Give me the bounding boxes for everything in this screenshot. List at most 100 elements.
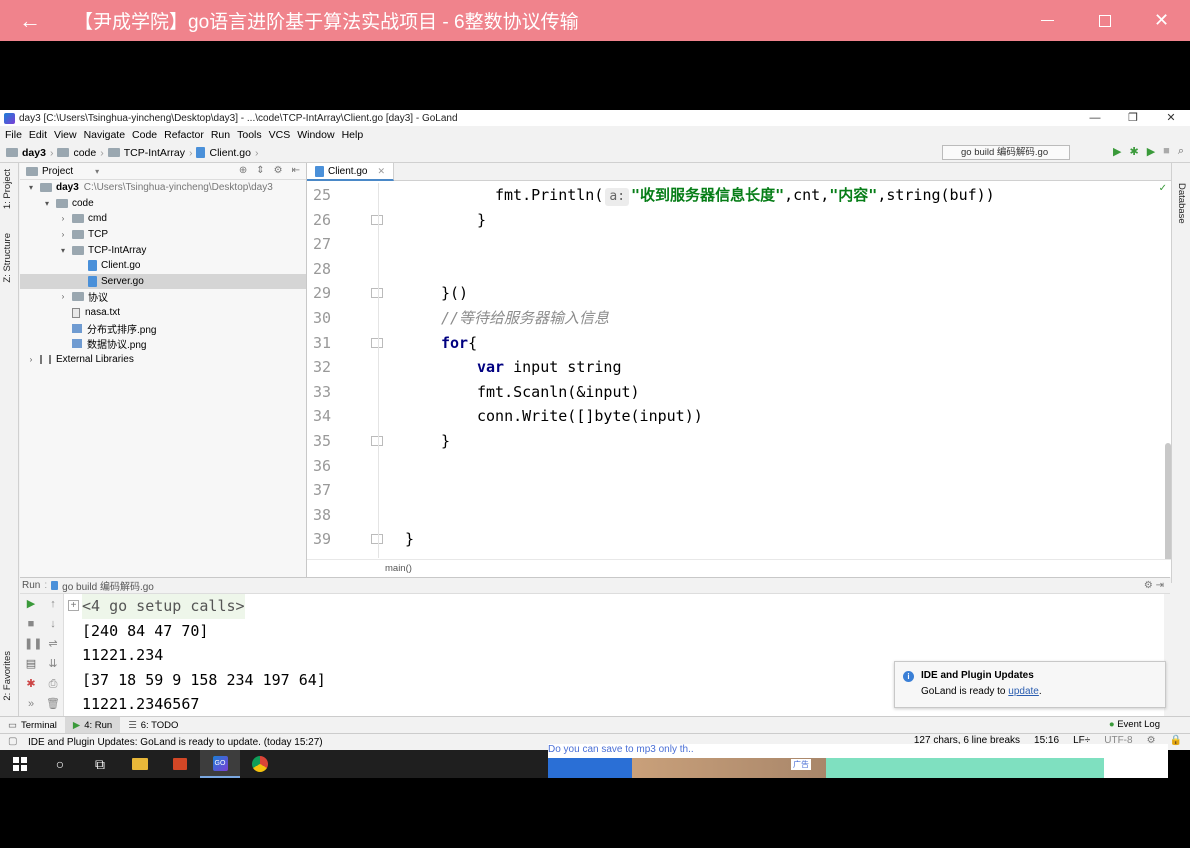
wrap-icon[interactable]: ⇌	[46, 638, 60, 650]
trash-icon[interactable]: 🗑	[46, 698, 60, 710]
tree-item[interactable]: › External Libraries	[20, 352, 306, 368]
ad-image-2[interactable]	[826, 758, 1104, 778]
tree-item[interactable]: › TCP	[20, 227, 306, 243]
tree-item[interactable]: ▾ TCP-IntArray	[20, 242, 306, 258]
menu-tools[interactable]: Tools	[237, 129, 262, 141]
chevron-down-icon[interactable]: ▾	[95, 167, 99, 176]
stop-icon[interactable]: ■	[24, 618, 38, 630]
run-config-tab[interactable]: go build 编码解码.go	[62, 578, 154, 593]
rerun-icon[interactable]: ▶	[24, 598, 38, 610]
close-icon[interactable]: ✕	[1133, 0, 1190, 41]
pin-icon[interactable]: ✱	[24, 678, 38, 690]
code-line[interactable]: 39}	[307, 527, 1171, 552]
debug-icon[interactable]: ✱	[1129, 145, 1138, 158]
code-line[interactable]: 29}()	[307, 281, 1171, 306]
update-link[interactable]: update	[1008, 686, 1039, 697]
tree-item[interactable]: ▾ day3 C:\Users\Tsinghua-yincheng\Desktop\…	[20, 180, 306, 196]
console-folded-calls[interactable]: <4 go setup calls>	[82, 594, 245, 619]
tree-item[interactable]: 分布式排序.png	[20, 320, 306, 336]
chevron-icon[interactable]: ›	[58, 214, 68, 223]
close-tab-icon[interactable]: ✕	[377, 166, 385, 177]
code-line[interactable]: 36	[307, 454, 1171, 479]
menu-refactor[interactable]: Refactor	[164, 129, 204, 141]
tab-project[interactable]: 1: Project	[2, 169, 13, 209]
fold-marker-icon[interactable]	[371, 214, 383, 225]
code-line[interactable]: 27	[307, 232, 1171, 257]
fold-marker-icon[interactable]	[371, 534, 383, 545]
menu-code[interactable]: Code	[132, 129, 157, 141]
menu-window[interactable]: Window	[297, 129, 334, 141]
code-line[interactable]: 33 fmt.Scanln(&input)	[307, 380, 1171, 405]
tree-item[interactable]: 数据协议.png	[20, 336, 306, 352]
tree-item[interactable]: › 协议	[20, 289, 306, 305]
pause-icon[interactable]: ❚❚	[24, 638, 42, 650]
scroll-end-icon[interactable]: ⇊	[46, 658, 60, 670]
gear-icon[interactable]: ⚙ ⇥	[1144, 580, 1164, 591]
status-message[interactable]: IDE and Plugin Updates: GoLand is ready …	[28, 737, 323, 748]
menu-file[interactable]: File	[5, 129, 22, 141]
collapse-icon[interactable]: ⇕	[256, 165, 264, 176]
maximize-icon[interactable]	[1076, 0, 1133, 41]
up-arrow-icon[interactable]: ↑	[46, 598, 60, 610]
chevron-icon[interactable]: ›	[26, 355, 36, 364]
tree-item[interactable]: Server.go	[20, 273, 306, 290]
tree-item[interactable]: ▾ code	[20, 196, 306, 212]
fold-marker-icon[interactable]	[371, 436, 383, 446]
chevron-icon[interactable]: ›	[58, 230, 68, 239]
tab-database[interactable]: Database	[1176, 183, 1187, 224]
code-line[interactable]: 25 fmt.Println(a: "收到服务器信息长度",cnt,"内容",str…	[307, 183, 1171, 208]
fold-marker-icon[interactable]	[371, 288, 383, 299]
breadcrumb-day3[interactable]: day3 ›	[6, 147, 53, 159]
menu-navigate[interactable]: Navigate	[84, 129, 125, 141]
editor-breadcrumb[interactable]: main()	[307, 559, 1171, 577]
chevron-icon[interactable]: ▾	[58, 246, 68, 255]
code-line[interactable]: 37	[307, 478, 1171, 503]
window-close-button[interactable]: ✕	[1152, 110, 1190, 126]
locate-icon[interactable]: ⊕	[239, 165, 247, 176]
fold-marker-icon[interactable]	[371, 337, 383, 348]
search-icon[interactable]: ○	[40, 750, 80, 778]
tab-run[interactable]: ▶ 4: Run	[64, 716, 121, 734]
chevron-icon[interactable]: ▾	[26, 183, 36, 192]
tab-terminal[interactable]: ▭ Terminal	[0, 717, 65, 734]
tab-structure[interactable]: Z: Structure	[2, 233, 13, 283]
tree-item[interactable]: Client.go	[20, 258, 306, 274]
tab-todo[interactable]: ☰ 6: TODO	[120, 717, 186, 734]
code-line[interactable]: 34 conn.Write([]byte(input))	[307, 404, 1171, 429]
file-explorer-icon[interactable]	[120, 750, 160, 778]
task-view-icon[interactable]: ⧉	[80, 750, 120, 778]
event-log-button[interactable]: ● Event Log	[1109, 719, 1160, 730]
search-icon[interactable]: ⌕	[1178, 145, 1184, 158]
tree-item[interactable]: nasa.txt	[20, 305, 306, 321]
print-icon[interactable]: ⎙	[46, 678, 60, 690]
breadcrumb-client-go[interactable]: Client.go ›	[196, 147, 258, 159]
chevron-icon[interactable]: ›	[58, 292, 68, 301]
code-line[interactable]: 35}	[307, 429, 1171, 454]
run-icon[interactable]: ▶	[1113, 145, 1121, 158]
breadcrumb-code[interactable]: code ›	[57, 147, 104, 159]
ad-image[interactable]	[548, 758, 828, 778]
code-area[interactable]: 25 fmt.Println(a: "收到服务器信息长度",cnt,"内容",str…	[307, 183, 1171, 558]
chrome-icon[interactable]	[240, 750, 280, 778]
gear-icon[interactable]: ⚙	[274, 165, 283, 176]
layout-icon[interactable]: ▤	[24, 658, 38, 670]
ad-banner[interactable]: Do you can save to mp3 only th.. 广告	[548, 744, 1168, 778]
menu-vcs[interactable]: VCS	[269, 129, 291, 141]
code-line[interactable]: 30 //等待给服务器输入信息	[307, 306, 1171, 331]
ad-text[interactable]: Do you can save to mp3 only th..	[548, 744, 694, 755]
menu-help[interactable]: Help	[342, 129, 364, 141]
window-restore-button[interactable]: ❐	[1114, 110, 1152, 126]
minimize-icon[interactable]	[1019, 0, 1076, 41]
start-button[interactable]	[0, 750, 40, 778]
goland-taskbar-icon[interactable]: GO	[200, 750, 240, 778]
tab-client-go[interactable]: Client.go ✕	[307, 163, 395, 181]
tab-favorites[interactable]: 2: Favorites	[2, 651, 13, 701]
code-line[interactable]: 28	[307, 257, 1171, 282]
stop-icon[interactable]: ■	[1163, 145, 1170, 158]
hide-icon[interactable]: ⇤	[292, 165, 300, 176]
menu-view[interactable]: View	[54, 129, 77, 141]
code-line[interactable]: 31 for{	[307, 331, 1171, 356]
code-line[interactable]: 38	[307, 503, 1171, 528]
run-configuration-selector[interactable]: go build 编码解码.go	[942, 145, 1070, 160]
back-arrow-icon[interactable]: ←	[0, 8, 60, 34]
